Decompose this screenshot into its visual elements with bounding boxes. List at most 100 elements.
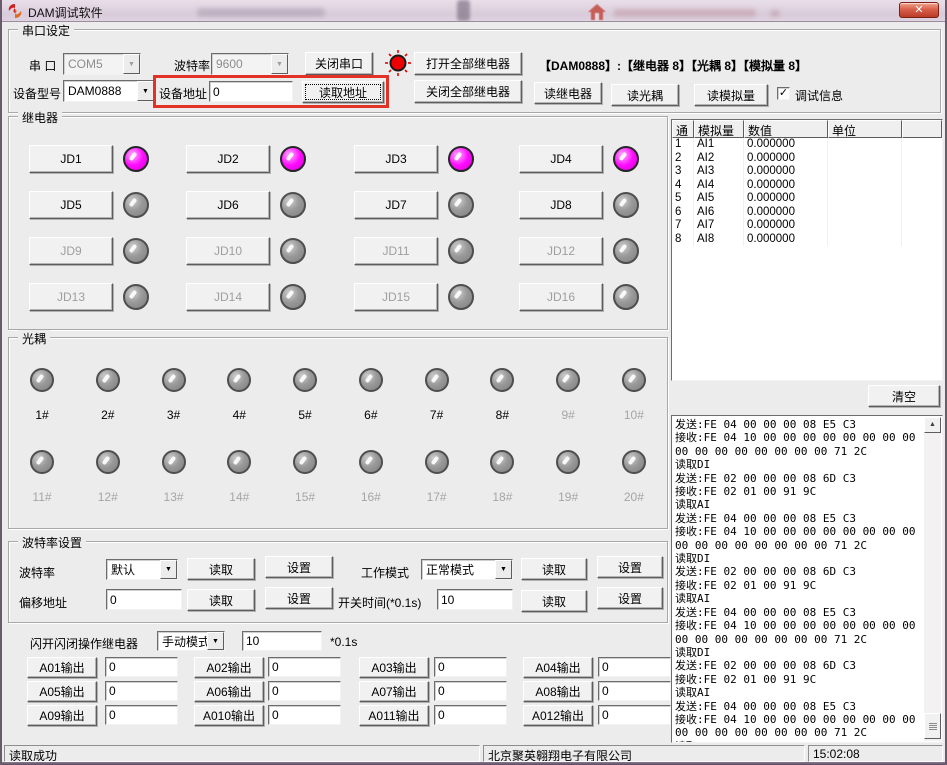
ao7-output-input[interactable] — [434, 681, 507, 701]
cell-value: 0.000000 — [744, 233, 828, 247]
status-time: 15:02:08 — [808, 745, 943, 762]
baud-set-button[interactable]: 设置 — [265, 556, 333, 578]
read-opto-button[interactable]: 读光耦 — [611, 84, 679, 106]
offset-read-button[interactable]: 读取 — [187, 589, 255, 611]
relay-button-jd10[interactable]: JD10 — [186, 237, 270, 265]
flash-time-input[interactable] — [242, 631, 322, 651]
ao5-output-input[interactable] — [105, 681, 178, 701]
ao10-output-button[interactable]: A010输出 — [194, 705, 264, 726]
relay-button-jd5[interactable]: JD5 — [29, 191, 113, 219]
ao1-output-input[interactable] — [105, 657, 178, 677]
table-row: 6AI60.000000 — [672, 206, 942, 220]
ao2-output-button[interactable]: A02输出 — [194, 657, 264, 678]
ao9-output-input[interactable] — [105, 705, 178, 725]
work-mode-read-button[interactable]: 读取 — [521, 558, 587, 580]
opto-led — [622, 368, 646, 392]
chevron-down-icon: ▼ — [137, 81, 154, 101]
ao1-output-button[interactable]: A01输出 — [27, 657, 97, 678]
close-all-relays-button[interactable]: 关闭全部继电器 — [414, 80, 522, 103]
ao12-output-button[interactable]: A012输出 — [523, 705, 593, 726]
ao12-output-input[interactable] — [598, 705, 671, 725]
read-relay-button[interactable]: 读继电器 — [534, 82, 602, 104]
cell-channel: 3 — [672, 165, 694, 179]
app-window: DAM调试软件 ✕ 串口设定 串 口 COM5 ▼ 波特率 9600 ▼ 关闭串… — [0, 0, 947, 765]
close-serial-button[interactable]: 关闭串口 — [305, 52, 373, 75]
baud-select[interactable]: 9600 ▼ — [211, 53, 289, 75]
relay-button-jd4[interactable]: JD4 — [519, 145, 603, 173]
work-mode-select[interactable]: 正常模式 ▼ — [421, 559, 513, 580]
scroll-up-icon[interactable]: ▲ — [924, 417, 941, 433]
flash-mode-select[interactable]: 手动模式 ▼ — [157, 631, 225, 651]
ao9-output-button[interactable]: A09输出 — [27, 705, 97, 726]
col-header-extra[interactable] — [902, 120, 942, 138]
switch-time-set-button[interactable]: 设置 — [597, 587, 663, 609]
background-window-artifact — [457, 0, 470, 21]
ao5-output-button[interactable]: A05输出 — [27, 681, 97, 702]
opto-channel-label: 16# — [361, 490, 381, 504]
ao6-output-button[interactable]: A06输出 — [194, 681, 264, 702]
status-message: 读取成功 — [4, 745, 480, 762]
relay-button-jd8[interactable]: JD8 — [519, 191, 603, 219]
debug-info-checkbox[interactable] — [777, 87, 790, 100]
comm-log-panel: 发送:FE 04 00 00 00 08 E5 C3 接收:FE 04 10 0… — [671, 415, 943, 743]
relay-button-jd7[interactable]: JD7 — [354, 191, 438, 219]
relay-button-jd16[interactable]: JD16 — [519, 283, 603, 311]
relay-led — [123, 192, 149, 218]
ao10-output-input[interactable] — [268, 705, 341, 725]
opto-led — [359, 450, 383, 474]
relay-button-jd11[interactable]: JD11 — [354, 237, 438, 265]
opto-channel-label: 9# — [561, 408, 574, 422]
model-select[interactable]: DAM0888 ▼ — [63, 80, 155, 102]
open-all-relays-button[interactable]: 打开全部继电器 — [414, 52, 522, 75]
baud-setting-label: 波特率 — [19, 564, 55, 581]
switch-time-input[interactable] — [437, 589, 513, 610]
relay-button-jd6[interactable]: JD6 — [186, 191, 270, 219]
baud-default-select[interactable]: 默认 ▼ — [106, 559, 178, 580]
switch-time-read-button[interactable]: 读取 — [521, 590, 587, 612]
close-button[interactable]: ✕ — [899, 2, 939, 18]
relay-button-jd15[interactable]: JD15 — [354, 283, 438, 311]
offset-address-input[interactable] — [106, 589, 182, 610]
baud-read-button[interactable]: 读取 — [187, 558, 255, 580]
col-header-value[interactable]: 数值 — [744, 120, 828, 138]
read-address-button[interactable]: 读取地址 — [302, 81, 384, 103]
relay-button-jd14[interactable]: JD14 — [186, 283, 270, 311]
ao2-output-input[interactable] — [268, 657, 341, 677]
relay-button-jd3[interactable]: JD3 — [354, 145, 438, 173]
relay-button-jd12[interactable]: JD12 — [519, 237, 603, 265]
ao6-output-input[interactable] — [268, 681, 341, 701]
ao3-output-button[interactable]: A03输出 — [359, 657, 429, 678]
relay-button-jd9[interactable]: JD9 — [29, 237, 113, 265]
opto-led — [490, 368, 514, 392]
opto-channel-label: 4# — [233, 408, 246, 422]
col-header-analog[interactable]: 模拟量 — [694, 120, 744, 138]
ao4-output-button[interactable]: A04输出 — [523, 657, 593, 678]
cell-channel: 5 — [672, 192, 694, 206]
scrollbar-thumb[interactable] — [924, 713, 941, 739]
col-header-unit[interactable]: 单位 — [828, 120, 902, 138]
ao4-output-input[interactable] — [598, 657, 671, 677]
device-address-input[interactable] — [209, 81, 293, 102]
ao11-output-input[interactable] — [434, 705, 507, 725]
clear-log-button[interactable]: 清空 — [868, 385, 940, 407]
relay-led — [448, 146, 474, 172]
relay-led — [123, 284, 149, 310]
table-row: 2AI20.000000 — [672, 152, 942, 166]
ao8-output-button[interactable]: A08输出 — [523, 681, 593, 702]
log-scrollbar[interactable]: ▲ — [924, 417, 941, 741]
ao8-output-input[interactable] — [598, 681, 671, 701]
read-analog-button[interactable]: 读模拟量 — [694, 84, 768, 106]
relay-button-jd2[interactable]: JD2 — [186, 145, 270, 173]
ao11-output-button[interactable]: A011输出 — [359, 705, 429, 726]
relay-button-jd1[interactable]: JD1 — [29, 145, 113, 173]
ao3-output-input[interactable] — [434, 657, 507, 677]
work-mode-set-button[interactable]: 设置 — [597, 556, 663, 578]
ao7-output-button[interactable]: A07输出 — [359, 681, 429, 702]
offset-set-button[interactable]: 设置 — [265, 587, 333, 609]
port-select[interactable]: COM5 ▼ — [63, 53, 141, 75]
col-header-channel[interactable]: 通 — [672, 120, 694, 138]
opto-channel-label: 13# — [164, 490, 184, 504]
opto-channel-label: 15# — [295, 490, 315, 504]
serial-status-led — [384, 49, 412, 77]
relay-button-jd13[interactable]: JD13 — [29, 283, 113, 311]
